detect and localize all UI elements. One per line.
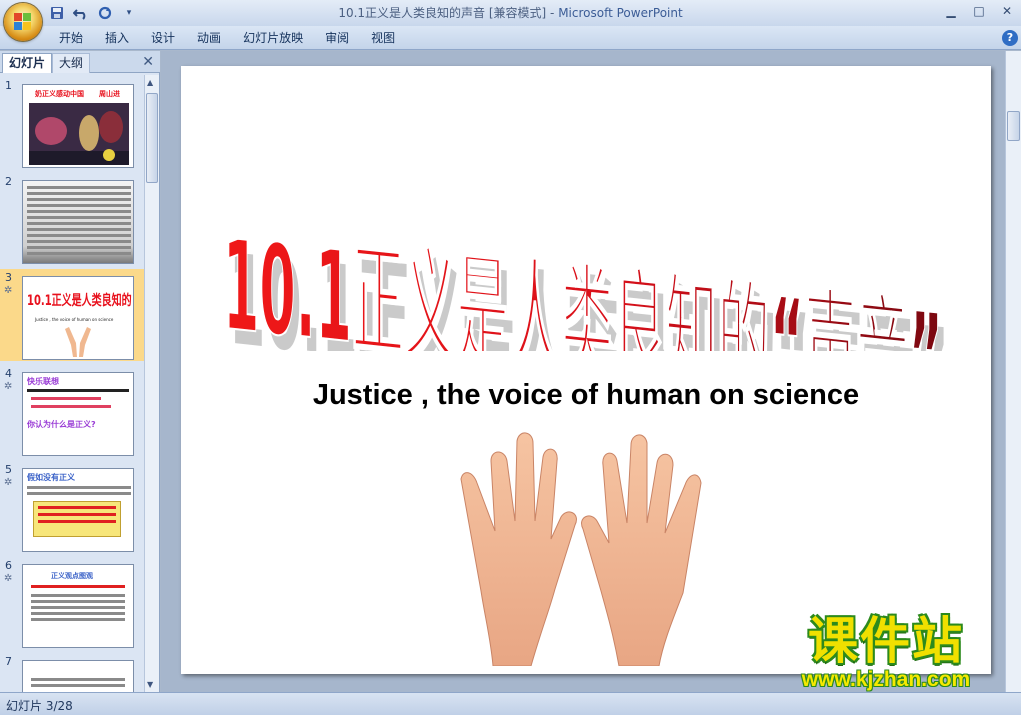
office-button[interactable] bbox=[4, 3, 42, 41]
slide-thumbnail[interactable]: 10.1正义是人类良知的 “声音” Justice , the voice of… bbox=[22, 276, 134, 360]
stage-photo-image bbox=[29, 103, 129, 165]
slide-thumbnail[interactable]: 假如没有正义 bbox=[22, 468, 134, 552]
status-bar: 幻灯片 3/28 bbox=[0, 692, 1021, 715]
thumbnail-title-right: 周山进 bbox=[99, 90, 120, 98]
slide-thumbnail[interactable] bbox=[22, 660, 134, 692]
tab-design[interactable]: 设计 bbox=[140, 26, 186, 50]
ribbon-tabs: 开始 插入 设计 动画 幻灯片放映 审阅 视图 bbox=[0, 26, 1021, 50]
slide-thumbnail-list: 1 奶正义感动中国 周山进 2 3 ✲ 10.1正义是人类良知的 Justice… bbox=[0, 75, 144, 692]
kjzhan-watermark: 课件站 www.kjzhan.com bbox=[768, 612, 1004, 694]
thumbnail-row-selected[interactable]: 3 ✲ 10.1正义是人类良知的 “声音” Justice , the voic… bbox=[0, 269, 144, 361]
animation-icon: ✲ bbox=[4, 477, 13, 488]
quick-access-toolbar: ▾ bbox=[48, 4, 138, 22]
editor-scrollbar[interactable] bbox=[1005, 51, 1021, 692]
editor-scroll-thumb[interactable] bbox=[1007, 111, 1020, 141]
thumbnail-number: 2 bbox=[5, 175, 12, 188]
text-lines bbox=[31, 675, 125, 690]
text-lines bbox=[27, 483, 131, 498]
thumbnail-title: 10.1正义是人类良知的 “声音” bbox=[27, 293, 133, 309]
thumbnail-row[interactable]: 7 bbox=[0, 653, 144, 692]
thumbnail-number: 6 bbox=[5, 559, 12, 572]
slide-thumbnail[interactable]: 正义观点图观 bbox=[22, 564, 134, 648]
scroll-up-icon[interactable]: ▲ bbox=[147, 78, 153, 87]
title-separator: - bbox=[546, 6, 559, 20]
panel-tabs: 幻灯片 大纲 ✕ bbox=[0, 51, 160, 73]
tab-review[interactable]: 审阅 bbox=[314, 26, 360, 50]
thumbnail-row[interactable]: 6 ✲ 正义观点图观 bbox=[0, 557, 144, 649]
maximize-icon[interactable]: □ bbox=[969, 2, 989, 20]
help-icon[interactable]: ? bbox=[1002, 30, 1018, 46]
panel-scrollbar[interactable]: ▲ ▼ bbox=[144, 75, 159, 692]
current-slide[interactable]: 10.1正义是人类良知的“声音” 10.1正义是人类良知的“声音” Justic… bbox=[181, 66, 991, 674]
undo-icon[interactable] bbox=[72, 4, 90, 22]
tab-slides[interactable]: 幻灯片 bbox=[2, 53, 53, 73]
redo-icon[interactable] bbox=[96, 4, 114, 22]
slide-title-art: 10.1正义是人类良知的“声音” 10.1正义是人类良知的“声音” bbox=[222, 211, 949, 351]
hands-image bbox=[460, 432, 702, 666]
tab-outline[interactable]: 大纲 bbox=[52, 53, 91, 73]
thumbnail-number: 4 bbox=[5, 367, 12, 380]
thumbnail-number: 5 bbox=[5, 463, 12, 476]
thumbnail-heading: 你认为什么是正义? bbox=[27, 420, 96, 429]
text-lines bbox=[27, 183, 131, 258]
hands-image bbox=[65, 327, 91, 357]
text-line bbox=[31, 585, 125, 588]
slide-subtitle: Justice , the voice of human on science bbox=[312, 379, 860, 411]
animation-icon: ✲ bbox=[4, 573, 13, 584]
close-icon[interactable]: ✕ bbox=[997, 2, 1017, 20]
thumbnail-title: 奶正义感动中国 bbox=[35, 90, 84, 98]
scroll-thumb[interactable] bbox=[146, 93, 158, 183]
thumbnail-row[interactable]: 1 奶正义感动中国 周山进 bbox=[0, 77, 144, 169]
text-lines bbox=[31, 591, 125, 624]
tab-animation[interactable]: 动画 bbox=[186, 26, 232, 50]
tab-view[interactable]: 视图 bbox=[360, 26, 406, 50]
highlight-box bbox=[33, 501, 121, 537]
panel-close-icon[interactable]: ✕ bbox=[142, 54, 154, 70]
thumbnail-number: 7 bbox=[5, 655, 12, 668]
thumbnail-number: 1 bbox=[5, 79, 12, 92]
customize-icon[interactable]: ▾ bbox=[120, 4, 138, 22]
slide-thumbnail[interactable]: 奶正义感动中国 周山进 bbox=[22, 84, 134, 168]
slide-thumbnail[interactable]: 快乐联想 你认为什么是正义? bbox=[22, 372, 134, 456]
thumbnail-title: 正义观点图观 bbox=[51, 572, 93, 580]
watermark-url: www.kjzhan.com bbox=[801, 668, 971, 691]
ribbon-tab-list: 开始 插入 设计 动画 幻灯片放映 审阅 视图 bbox=[48, 26, 406, 50]
office-logo-icon bbox=[14, 13, 32, 31]
window-title: 10.1正义是人类良知的声音 [兼容模式] - Microsoft PowerP… bbox=[0, 0, 1021, 26]
slide-counter: 幻灯片 3/28 bbox=[6, 699, 73, 713]
thumbnail-title: 假如没有正义 bbox=[27, 473, 75, 482]
tab-insert[interactable]: 插入 bbox=[94, 26, 140, 50]
text-line bbox=[27, 389, 129, 392]
animation-icon: ✲ bbox=[4, 285, 13, 296]
animation-icon: ✲ bbox=[4, 381, 13, 392]
slide-thumbnail[interactable] bbox=[22, 180, 134, 264]
slides-panel: 幻灯片 大纲 ✕ 1 奶正义感动中国 周山进 2 3 ✲ 10.1正义是人类良知… bbox=[0, 51, 160, 692]
thumbnail-row[interactable]: 2 bbox=[0, 173, 144, 265]
thumbnail-title: 快乐联想 bbox=[27, 377, 59, 386]
scroll-down-icon[interactable]: ▼ bbox=[147, 680, 153, 689]
save-icon[interactable] bbox=[48, 4, 66, 22]
window-controls: ▁ □ ✕ bbox=[941, 2, 1017, 20]
slide-title: 10.1正义是人类良知的“声音” bbox=[223, 212, 943, 351]
thumbnail-row[interactable]: 4 ✲ 快乐联想 你认为什么是正义? bbox=[0, 365, 144, 457]
text-line bbox=[31, 405, 111, 408]
watermark-brand: 课件站 bbox=[808, 612, 964, 670]
text-line bbox=[31, 397, 101, 400]
app-name: Microsoft PowerPoint bbox=[558, 6, 683, 20]
document-title: 10.1正义是人类良知的声音 [兼容模式] bbox=[338, 6, 547, 20]
thumbnail-subtitle: Justice , the voice of human on science bbox=[35, 317, 114, 322]
thumbnail-row[interactable]: 5 ✲ 假如没有正义 bbox=[0, 461, 144, 553]
tab-slideshow[interactable]: 幻灯片放映 bbox=[232, 26, 314, 50]
minimize-icon[interactable]: ▁ bbox=[941, 2, 961, 20]
powerpoint-window: 10.1正义是人类良知的声音 [兼容模式] - Microsoft PowerP… bbox=[0, 0, 1021, 715]
tab-home[interactable]: 开始 bbox=[48, 26, 94, 50]
thumbnail-number: 3 bbox=[5, 271, 12, 284]
title-bar: 10.1正义是人类良知的声音 [兼容模式] - Microsoft PowerP… bbox=[0, 0, 1021, 26]
